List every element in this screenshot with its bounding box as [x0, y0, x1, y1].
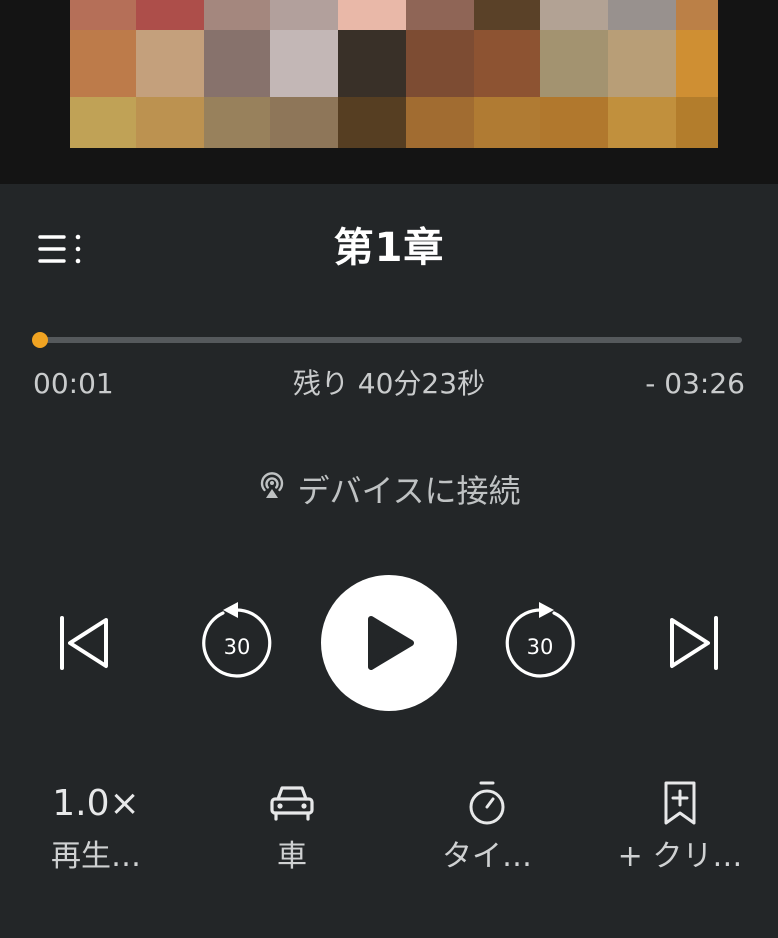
car-mode-button[interactable]: 車 — [202, 778, 382, 876]
cast-device-icon — [257, 470, 287, 508]
add-clip-label: + クリ… — [617, 839, 743, 874]
cover-tile — [204, 30, 270, 97]
cover-tile — [676, 0, 718, 30]
cover-tile — [70, 97, 136, 148]
connect-device-button[interactable]: デバイスに接続 — [189, 466, 589, 512]
cover-tile — [608, 30, 676, 97]
chapter-title: 第1章 — [333, 225, 445, 271]
play-button[interactable] — [321, 575, 457, 711]
cover-art-pixelated — [70, 0, 718, 148]
cover-tile — [136, 97, 204, 148]
progress-handle[interactable] — [32, 332, 49, 348]
cover-tile — [406, 30, 474, 97]
cover-tile — [608, 97, 676, 148]
chapter-remaining-time: - 03:26 — [645, 367, 745, 400]
cover-tile — [474, 97, 540, 148]
forward-30-button[interactable]: 30 — [500, 598, 580, 682]
cover-tile — [136, 30, 204, 97]
forward-seconds-label: 30 — [526, 635, 554, 659]
cover-tile — [608, 0, 676, 30]
total-remaining-time: 残り 40分23秒 — [292, 367, 486, 400]
skip-next-button[interactable] — [666, 614, 722, 672]
cover-tile — [676, 97, 718, 148]
cover-tile — [474, 30, 540, 97]
rewind-30-button[interactable]: 30 — [197, 598, 277, 682]
skip-previous-button[interactable] — [56, 614, 112, 672]
cover-tile — [204, 0, 270, 30]
chapter-list-icon[interactable] — [38, 232, 84, 268]
cover-tile — [540, 0, 608, 30]
cover-tile — [540, 97, 608, 148]
playback-speed-label: 再生… — [51, 839, 141, 874]
cover-tile — [270, 97, 338, 148]
cover-tile — [474, 0, 540, 30]
cover-tile — [70, 0, 136, 30]
skip-previous-icon — [60, 616, 108, 670]
cover-tile — [338, 30, 406, 97]
sleep-timer-button[interactable]: タイ… — [397, 778, 577, 876]
cover-tile — [338, 0, 406, 30]
cover-tile — [270, 30, 338, 97]
timer-icon — [469, 781, 505, 825]
skip-next-icon — [670, 616, 718, 670]
car-mode-label: 車 — [277, 839, 307, 874]
cover-tile — [540, 30, 608, 97]
add-clip-button[interactable]: + クリ… — [590, 778, 770, 876]
elapsed-time: 00:01 — [33, 367, 114, 400]
play-icon — [368, 616, 414, 670]
cover-tile — [406, 0, 474, 30]
rewind-seconds-label: 30 — [223, 635, 251, 659]
cover-tile — [406, 97, 474, 148]
playback-speed-value: 1.0× — [52, 782, 140, 824]
cover-tile — [338, 97, 406, 148]
connect-device-label: デバイスに接続 — [297, 472, 521, 510]
sleep-timer-label: タイ… — [442, 839, 532, 874]
cover-tile — [136, 0, 204, 30]
progress-bar[interactable] — [32, 332, 742, 348]
cover-tile — [204, 97, 270, 148]
cover-tile — [676, 30, 718, 97]
playback-speed-button[interactable]: 1.0× 再生… — [6, 778, 186, 876]
bookmark-add-icon — [664, 781, 696, 825]
cover-tile — [70, 30, 136, 97]
car-icon — [270, 786, 314, 821]
cover-tile — [270, 0, 338, 30]
